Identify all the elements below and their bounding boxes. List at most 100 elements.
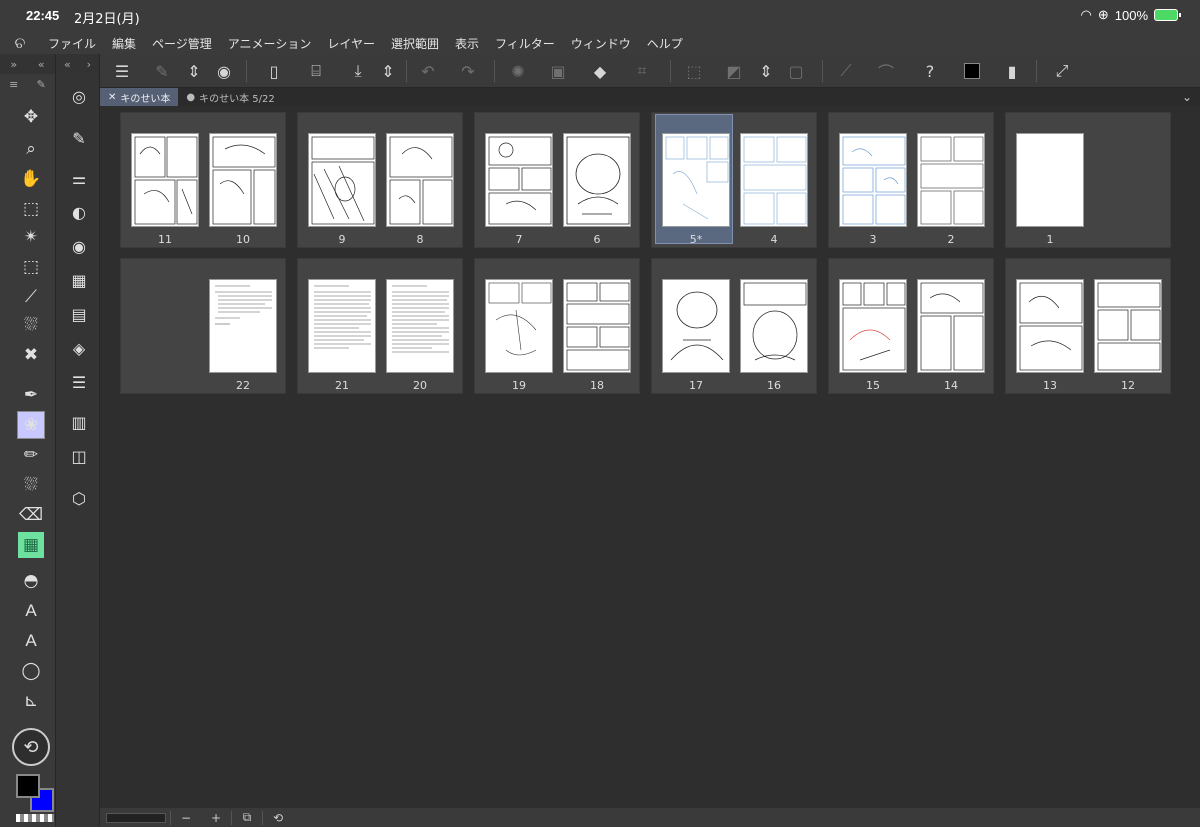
deselect-icon[interactable]: ⬚ (682, 60, 706, 82)
menu-filter[interactable]: フィルター (487, 35, 563, 52)
page-thumbnail[interactable] (485, 279, 553, 373)
companion-mode-icon[interactable]: ◉ (212, 60, 236, 82)
navigator-icon[interactable]: ◎ (67, 84, 91, 108)
color-set-icon[interactable]: ▦ (67, 268, 91, 292)
spread-19-18[interactable]: 19 18 (474, 258, 640, 394)
crop-icon[interactable]: ⌗ (630, 60, 654, 82)
fill-tool-icon[interactable]: ◓ (18, 568, 44, 594)
tab-document-page[interactable]: ● キのせい本 5/22 (178, 88, 282, 106)
menu-edit[interactable]: 編集 (104, 35, 144, 52)
hamburger-menu-icon[interactable]: ☰ (110, 60, 134, 82)
page-thumbnail[interactable] (485, 133, 553, 227)
material-icon[interactable]: ▥ (67, 410, 91, 434)
page-thumbnail[interactable] (308, 133, 376, 227)
menu-help[interactable]: ヘルプ (639, 35, 691, 52)
fullscreen-icon[interactable]: ⤢ (1050, 60, 1074, 82)
page-thumbnail-text[interactable] (386, 279, 454, 373)
collapse-icon[interactable]: » (10, 58, 17, 71)
tab-document-main[interactable]: ✕ キのせい本 (100, 88, 179, 106)
sub-tool-detail-icon[interactable]: ✎ (67, 126, 91, 150)
edit-icon[interactable]: ✎ (150, 60, 174, 82)
menu-file[interactable]: ファイル (40, 35, 104, 52)
decoration-tool-icon[interactable]: ❀ (17, 411, 45, 439)
tool-property-icon[interactable]: ⚌ (67, 166, 91, 190)
loading-icon[interactable]: ✺ (506, 60, 530, 82)
spread-1[interactable]: 1 (1005, 112, 1171, 248)
collapse-left-icon[interactable]: « (64, 58, 71, 71)
menu-window[interactable]: ウィンドウ (563, 35, 639, 52)
spread-15-14[interactable]: 15 14 (828, 258, 994, 394)
clear-icon[interactable]: ▣ (546, 60, 570, 82)
page-thumbnail[interactable] (740, 279, 808, 373)
3d-material-icon[interactable]: ⬡ (67, 486, 91, 510)
brush-icon[interactable]: ✎ (37, 78, 46, 91)
text-tool-icon[interactable]: A (18, 598, 44, 624)
undo-icon[interactable]: ↶ (416, 60, 440, 82)
page-thumbnail[interactable] (563, 133, 631, 227)
spread-7-6[interactable]: 7 6 (474, 112, 640, 248)
color-wheel-icon[interactable]: ◐ (67, 200, 91, 224)
text-outline-tool-icon[interactable]: A (18, 628, 44, 654)
spray-tool-icon[interactable]: ⛆ (18, 472, 44, 498)
close-icon[interactable]: ✕ (108, 92, 116, 103)
eyedropper-tool-icon[interactable]: ⟋ (18, 284, 44, 310)
new-file-icon[interactable]: ▯ (262, 60, 286, 82)
menu-view[interactable]: 表示 (447, 35, 487, 52)
save-icon[interactable]: ⤓ (346, 60, 370, 82)
selection-chevron-icon[interactable]: ⇕ (754, 60, 778, 82)
help-icon[interactable]: ? (918, 60, 942, 82)
device-icon[interactable]: ▮ (1000, 60, 1024, 82)
page-thumbnail[interactable] (839, 133, 907, 227)
airbrush-tool-icon[interactable]: ⛆ (18, 312, 44, 338)
move-tool-icon[interactable]: ✥ (18, 104, 44, 130)
layer-icon[interactable]: ◫ (67, 444, 91, 468)
color-slider-icon[interactable]: ◉ (67, 234, 91, 258)
thumbnail-size-slider[interactable] (106, 812, 166, 823)
fit-icon[interactable]: ⧉ (236, 810, 258, 825)
spread-9-8[interactable]: 9 8 (297, 112, 463, 248)
spread-3-2[interactable]: 3 2 (828, 112, 994, 248)
animation-timeline-icon[interactable]: ▤ (67, 302, 91, 326)
page-thumbnail-blank[interactable] (1016, 133, 1084, 227)
balloon-tool-icon[interactable]: ◯ (18, 658, 44, 684)
spread-22[interactable]: 22 (120, 258, 286, 394)
spread-21-20[interactable]: 21 20 (297, 258, 463, 394)
ruler-tool-icon[interactable]: ⊾ (18, 688, 44, 714)
zoom-tool-icon[interactable]: ⌕ (18, 136, 44, 162)
pen-tool-icon[interactable]: ✒ (18, 382, 44, 408)
invert-selection-icon[interactable]: ◩ (722, 60, 746, 82)
tone-tool-icon[interactable]: ▦ (18, 532, 44, 558)
expand-icon[interactable]: « (38, 58, 45, 71)
page-thumbnail[interactable] (131, 133, 199, 227)
app-logo-icon[interactable]: ଚ (0, 34, 40, 52)
show-selection-icon[interactable]: ▢ (784, 60, 808, 82)
redo-icon[interactable]: ↷ (456, 60, 480, 82)
spread-17-16[interactable]: 17 16 (651, 258, 817, 394)
spread-5-4[interactable]: 5* 4 (651, 112, 817, 248)
page-thumbnail-selected[interactable] (662, 133, 730, 227)
current-color-icon[interactable] (960, 60, 984, 82)
up-down-chevron-icon[interactable]: ⇕ (182, 60, 206, 82)
spread-13-12[interactable]: 13 12 (1005, 258, 1171, 394)
save-options-chevron-icon[interactable]: ⇕ (376, 60, 400, 82)
layer-property-icon[interactable]: ☰ (67, 370, 91, 394)
menu-lines-icon[interactable]: ≡ (9, 78, 18, 91)
page-thumbnail[interactable] (917, 279, 985, 373)
menu-animation[interactable]: アニメーション (220, 35, 320, 52)
menu-page-management[interactable]: ページ管理 (144, 35, 220, 52)
pencil-tool-icon[interactable]: ✏ (18, 442, 44, 468)
open-folder-icon[interactable]: ⌸ (304, 60, 328, 82)
color-history-icon[interactable]: ◈ (67, 336, 91, 360)
menu-layer[interactable]: レイヤー (319, 35, 383, 52)
page-thumbnail[interactable] (1094, 279, 1162, 373)
page-thumbnail[interactable] (839, 279, 907, 373)
blend-tool-icon[interactable]: ✖ (18, 342, 44, 368)
hand-tool-icon[interactable]: ✋ (18, 166, 44, 192)
page-thumbnail[interactable] (917, 133, 985, 227)
page-thumbnail[interactable] (1016, 279, 1084, 373)
zoom-in-button[interactable]: + (205, 811, 227, 825)
chevron-right-icon[interactable]: › (87, 58, 91, 71)
page-thumbnail[interactable] (662, 279, 730, 373)
ruler-snap-icon[interactable]: ⟋ (834, 60, 858, 82)
transparent-color-swatch[interactable] (16, 814, 54, 822)
